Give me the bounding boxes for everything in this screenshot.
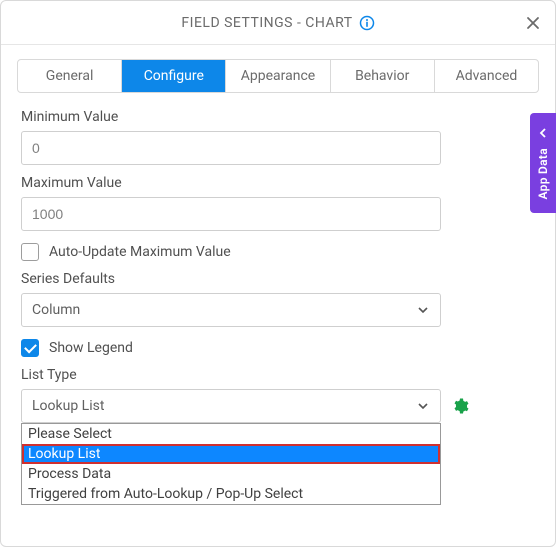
configure-panel: Minimum Value Maximum Value Auto-Update …: [1, 93, 555, 423]
list-type-option-lookup-list[interactable]: Lookup List: [22, 444, 440, 464]
list-type-row: Lookup List Please Select Lookup List Pr…: [21, 389, 535, 423]
series-defaults-value: Column: [32, 302, 80, 318]
tab-behavior[interactable]: Behavior: [331, 60, 435, 92]
list-type-option-triggered[interactable]: Triggered from Auto-Lookup / Pop-Up Sele…: [22, 484, 440, 504]
list-type-label: List Type: [21, 367, 535, 383]
max-value-label: Maximum Value: [21, 175, 535, 191]
auto-update-row: Auto-Update Maximum Value: [21, 243, 535, 261]
show-legend-row: Show Legend: [21, 339, 535, 357]
dialog-header: FIELD SETTINGS - CHART: [1, 1, 555, 45]
info-icon[interactable]: [359, 15, 375, 31]
list-type-option-process-data[interactable]: Process Data: [22, 464, 440, 484]
list-type-value: Lookup List: [32, 398, 104, 414]
tab-advanced[interactable]: Advanced: [435, 60, 538, 92]
show-legend-checkbox[interactable]: [21, 339, 39, 357]
dialog-title-wrap: FIELD SETTINGS - CHART: [181, 15, 374, 31]
min-value-label: Minimum Value: [21, 109, 535, 125]
dialog-title: FIELD SETTINGS - CHART: [181, 15, 352, 31]
app-data-label: App Data: [536, 148, 550, 199]
tabs: General Configure Appearance Behavior Ad…: [17, 59, 539, 93]
series-defaults-label: Series Defaults: [21, 271, 535, 287]
max-value-input[interactable]: [21, 197, 441, 231]
series-defaults-select[interactable]: Column: [21, 293, 441, 327]
chevron-down-icon: [416, 399, 430, 413]
list-type-select[interactable]: Lookup List: [21, 389, 441, 423]
field-settings-dialog: FIELD SETTINGS - CHART General Configure…: [0, 0, 556, 547]
show-legend-label: Show Legend: [49, 340, 133, 356]
app-data-side-tab[interactable]: App Data: [530, 113, 556, 213]
min-value-input[interactable]: [21, 131, 441, 165]
chevron-left-icon: [538, 126, 548, 142]
tab-general[interactable]: General: [18, 60, 122, 92]
auto-update-label: Auto-Update Maximum Value: [49, 244, 231, 260]
list-type-dropdown: Please Select Lookup List Process Data T…: [21, 423, 441, 505]
list-type-option-please-select[interactable]: Please Select: [22, 424, 440, 444]
tab-configure[interactable]: Configure: [122, 60, 226, 92]
gear-icon[interactable]: [451, 397, 469, 415]
tab-appearance[interactable]: Appearance: [226, 60, 330, 92]
chevron-down-icon: [416, 303, 430, 317]
close-icon[interactable]: [523, 13, 543, 33]
auto-update-checkbox[interactable]: [21, 243, 39, 261]
